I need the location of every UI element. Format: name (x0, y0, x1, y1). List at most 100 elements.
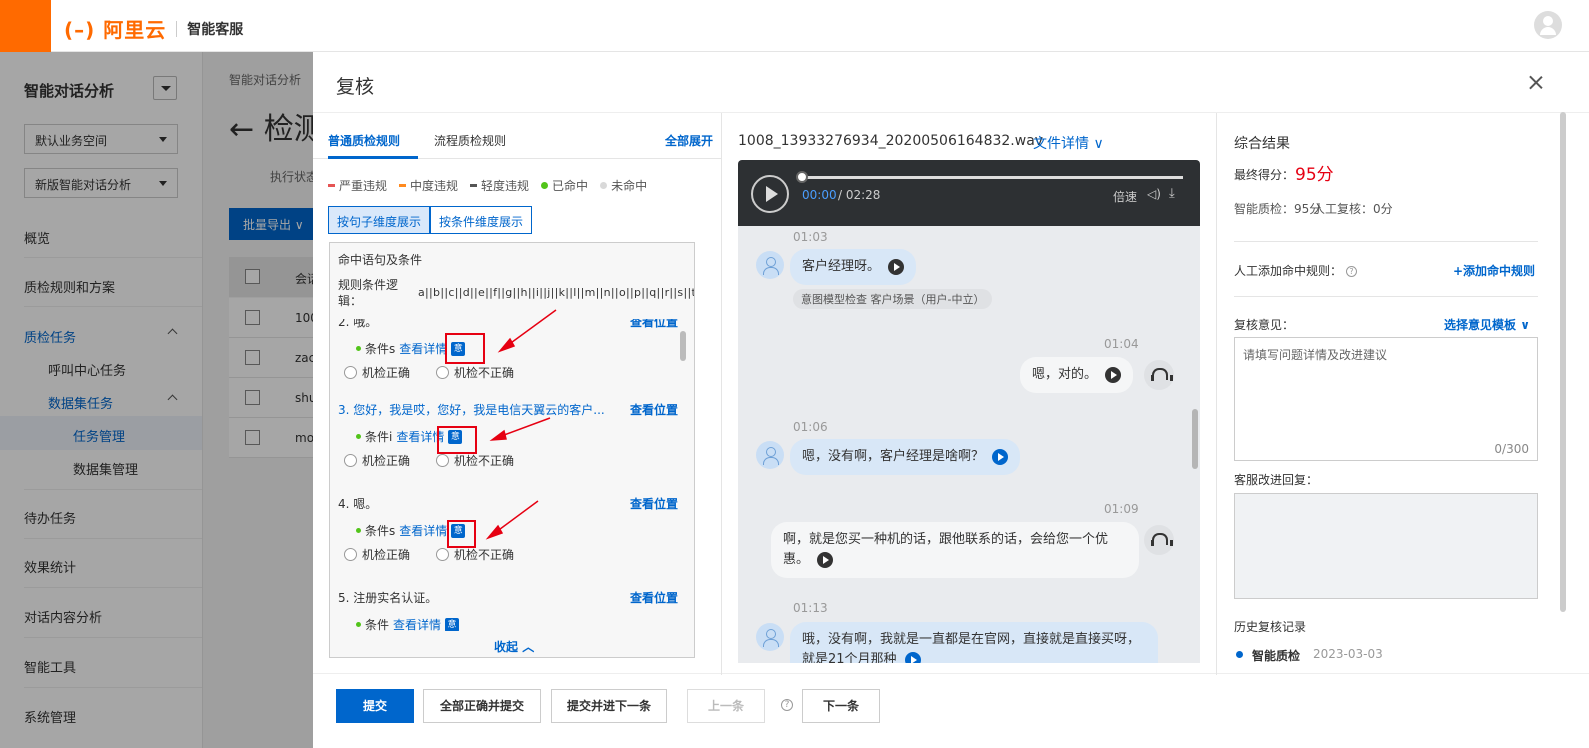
drawer-title: 复核 (336, 76, 375, 98)
view-detail-link[interactable]: 查看详情 (399, 522, 447, 539)
radio-circle (344, 454, 357, 467)
review-label: 复核意见： (1234, 318, 1295, 332)
view-detail-link[interactable]: 查看详情 (399, 340, 447, 357)
legend-item: 中度违规 (399, 177, 458, 194)
submit-all-correct-button[interactable]: 全部正确并提交 (423, 689, 541, 723)
chevron-up-icon: ︿ (522, 640, 535, 654)
play-icon[interactable] (817, 551, 834, 568)
close-icon[interactable] (1526, 73, 1546, 93)
message-bubble: 嗯，对的。 (1020, 357, 1134, 393)
download-icon[interactable]: ⤓ (1169, 186, 1175, 201)
brand-separator (176, 20, 178, 37)
message-time: 01:03 (793, 230, 828, 244)
total-time: / 02:28 (838, 188, 881, 202)
play-icon[interactable] (992, 448, 1009, 465)
history-item: 智能质检 (1252, 649, 1301, 663)
legend-dot (541, 182, 549, 189)
reply-label: 客服改进回复： (1234, 473, 1319, 487)
machine-correct-radio[interactable]: 机检正确 (344, 452, 410, 469)
result-panel: 综合结果 最终得分： 95分 智能质检：95分 人工复核：0分 人工添加命中规则… (1217, 113, 1589, 675)
menu-toggle[interactable] (0, 0, 51, 52)
rules-panel: 普通质检规则 流程质检规则 全部展开 严重违规 中度违规 轻度违规 已命中 未命… (313, 113, 722, 675)
message-bubble: 嗯，没有啊，客户经理是啥啊？ (790, 439, 1021, 475)
sentence-text[interactable]: 3. 您好，我是哎，您好，我是电信天翼云的客户... (338, 401, 605, 418)
view-position-link[interactable]: 查看位置 (630, 495, 678, 512)
play-icon[interactable] (751, 175, 789, 213)
prev-button[interactable]: 上一条 (687, 689, 765, 723)
hit-section-title: 命中语句及条件 (338, 253, 423, 267)
view-detail-link[interactable]: 查看详情 (393, 616, 441, 631)
hit-dot (356, 434, 361, 439)
file-detail-link[interactable]: 文件详情 ∨ (1033, 133, 1104, 153)
rule-logic-value: a||b||c||d||e||f||g||h||i||j||k||l||m||n… (418, 286, 695, 299)
dimension-toggle: 按句子维度展示 按条件维度展示 (328, 206, 533, 234)
current-time: 00:00 (802, 188, 837, 202)
add-rule-link[interactable]: +添加命中规则 (1453, 262, 1535, 279)
view-position-link[interactable]: 查看位置 (630, 589, 678, 606)
message-bubble: 客户经理呀。 (790, 249, 917, 285)
message-bubble: 啊，就是您买一种机的话，跟他联系的话，会给您一个优惠。 (771, 522, 1139, 578)
message-time: 01:13 (793, 601, 828, 615)
history-label: 历史复核记录 (1234, 620, 1307, 634)
machine-correct-radio[interactable]: 机检正确 (344, 546, 410, 563)
chevron-down-icon: ∨ (1093, 136, 1104, 152)
top-bar: (–) 阿里云 智能客服 (0, 0, 1589, 52)
headset-icon (1144, 525, 1174, 555)
speed-button[interactable]: 倍速 (1113, 188, 1137, 205)
tab-normal-rules[interactable]: 普通质检规则 (328, 132, 400, 149)
play-icon[interactable] (904, 651, 921, 663)
machine-incorrect-radio[interactable]: 机检不正确 (436, 452, 514, 469)
transcript: 01:03 客户经理呀。 意图模型检查 客户场景（用户-中立） 01:04 嗯，… (738, 226, 1200, 663)
template-select[interactable]: 选择意见模板 ∨ (1444, 316, 1530, 333)
legend-item: 已命中 (541, 177, 588, 194)
submit-button[interactable]: 提交 (336, 689, 414, 723)
progress-bar[interactable] (801, 176, 1183, 179)
progress-handle[interactable] (796, 171, 808, 183)
help-icon[interactable]: ? (1346, 266, 1358, 277)
machine-incorrect-radio[interactable]: 机检不正确 (436, 364, 514, 381)
machine-incorrect-radio[interactable]: 机检不正确 (436, 546, 514, 563)
modal-overlay[interactable] (0, 52, 313, 748)
legend-bar (399, 184, 407, 187)
audio-player: 00:00 / 02:28 倍速 ◁) ⤓ (738, 160, 1200, 226)
sentence-dimension-button[interactable]: 按句子维度展示 (328, 206, 431, 234)
submit-next-button[interactable]: 提交并进下一条 (551, 689, 667, 723)
volume-icon[interactable]: ◁) (1147, 187, 1161, 201)
scrollbar[interactable] (1560, 112, 1566, 612)
play-icon[interactable] (888, 258, 905, 275)
machine-correct-radio[interactable]: 机检正确 (344, 364, 410, 381)
review-textarea[interactable]: 请填写问题详情及改进建议 0/300 (1234, 337, 1538, 461)
user-avatar-icon[interactable] (1534, 11, 1562, 39)
brand[interactable]: (–) 阿里云 智能客服 (64, 14, 243, 43)
aliyun-logo: (–) 阿里云 (64, 18, 167, 42)
legend-item: 严重违规 (328, 177, 387, 194)
result-title: 综合结果 (1234, 136, 1290, 152)
timeline-dot (1236, 651, 1243, 658)
char-counter: 0/300 (1494, 442, 1529, 456)
view-position-link[interactable]: 查看位置 (630, 401, 678, 418)
expand-all-link[interactable]: 全部展开 (665, 132, 713, 149)
scrollbar[interactable] (1192, 409, 1198, 469)
radio-circle (436, 366, 449, 379)
rule-logic-label: 规则条件逻辑： (338, 278, 399, 308)
radio-circle (344, 366, 357, 379)
tab-flow-rules[interactable]: 流程质检规则 (434, 132, 506, 149)
annotation-box (445, 333, 485, 364)
condition-dimension-button[interactable]: 按条件维度展示 (430, 206, 533, 234)
review-drawer: 复核 普通质检规则 流程质检规则 全部展开 严重违规 中度违规 轻度违规 已命中… (313, 52, 1589, 748)
customer-avatar-icon (756, 441, 784, 469)
final-score-label: 最终得分： (1234, 168, 1295, 182)
customer-avatar-icon (756, 623, 784, 651)
collapse-link[interactable]: 收起 ︿ (494, 638, 534, 655)
hit-dot (356, 622, 361, 627)
active-tab-indicator (328, 156, 418, 159)
help-icon[interactable]: ? (781, 699, 793, 711)
machine-score: 智能质检：95分 (1234, 202, 1322, 216)
divider (1234, 296, 1538, 297)
next-button[interactable]: 下一条 (802, 689, 880, 723)
final-score: 95分 (1295, 165, 1334, 185)
play-icon[interactable] (1105, 366, 1122, 383)
view-position-link[interactable]: 查看位置 (630, 319, 678, 330)
message-bubble: 哦，没有啊，我就是一直都是在官网，直接就是直接买呀，就是21个月那种 (790, 622, 1158, 663)
message-time: 01:04 (1104, 337, 1139, 351)
